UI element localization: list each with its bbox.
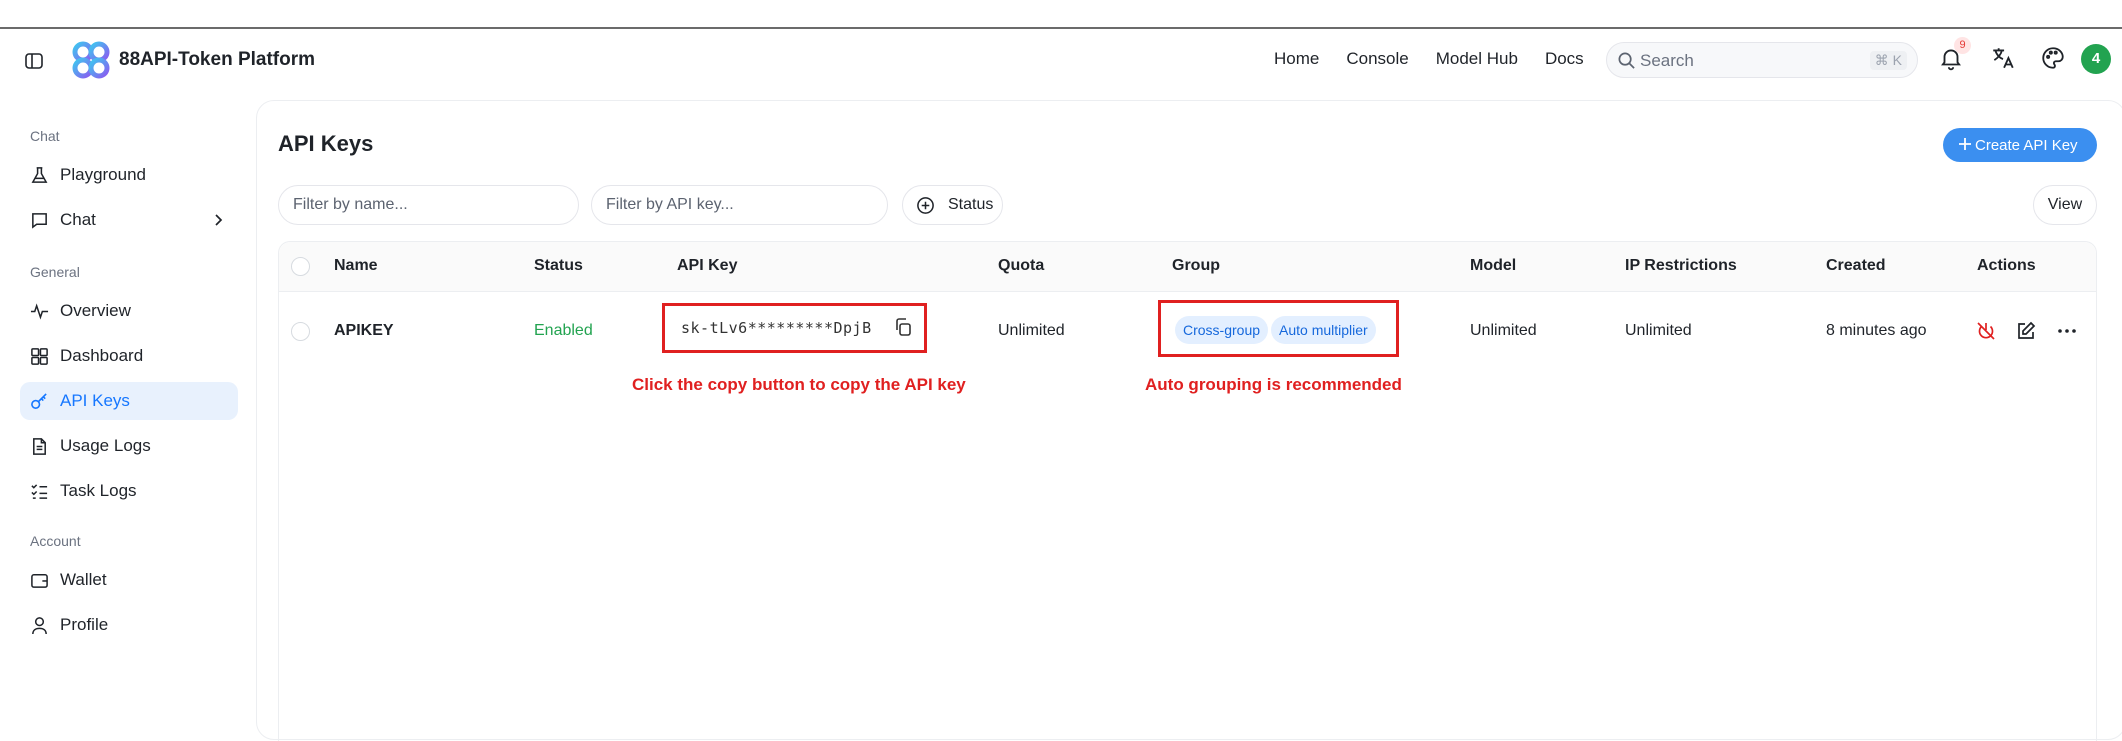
- brand-logo-icon[interactable]: [72, 41, 110, 79]
- checklist-icon: [31, 484, 48, 499]
- top-nav: Home Console Model Hub Docs: [1274, 49, 1611, 69]
- wallet-icon: [31, 574, 48, 588]
- dashboard-grid-icon: [31, 348, 48, 365]
- more-options-icon[interactable]: [2056, 320, 2078, 342]
- row-created: 8 minutes ago: [1826, 322, 1927, 339]
- search-shortcut: ⌘ K: [1869, 51, 1907, 70]
- filter-name-input[interactable]: [278, 185, 579, 225]
- sidebar-item-chat[interactable]: Chat: [20, 201, 238, 239]
- translate-icon[interactable]: [1990, 45, 2016, 71]
- sidebar-item-playground[interactable]: Playground: [20, 156, 238, 194]
- sidebar-item-usage-logs[interactable]: Usage Logs: [20, 427, 238, 465]
- top-header: 88API-Token Platform Home Console Model …: [0, 29, 2122, 93]
- plus-circle-icon: [917, 197, 934, 214]
- table-header: Name Status API Key Quota Group Model IP…: [279, 242, 2096, 292]
- sidebar-item-label: Usage Logs: [60, 436, 151, 455]
- column-status[interactable]: Status: [534, 257, 583, 275]
- api-key-highlight-box: sk-tLv6*********DpjB: [662, 303, 927, 353]
- column-model[interactable]: Model: [1470, 257, 1516, 275]
- nav-home[interactable]: Home: [1274, 49, 1319, 69]
- select-all-checkbox[interactable]: [291, 257, 310, 276]
- column-api-key[interactable]: API Key: [677, 257, 737, 275]
- sidebar-item-label: Task Logs: [60, 481, 137, 500]
- sidebar-section-chat: Chat: [30, 128, 60, 144]
- search-input[interactable]: [1640, 49, 1860, 73]
- row-select-checkbox[interactable]: [291, 322, 310, 341]
- plus-icon: [1959, 138, 1971, 150]
- document-icon: [33, 438, 46, 455]
- sidebar-item-label: API Keys: [60, 391, 130, 410]
- group-hint-annotation: Auto grouping is recommended: [1145, 375, 1402, 394]
- row-quota: Unlimited: [998, 322, 1065, 339]
- sidebar-item-task-logs[interactable]: Task Logs: [20, 472, 238, 510]
- sidebar-item-overview[interactable]: Overview: [20, 292, 238, 330]
- sidebar-item-label: Wallet: [60, 570, 107, 589]
- copy-icon[interactable]: [893, 317, 913, 337]
- flask-icon: [31, 167, 48, 183]
- chevron-right-icon[interactable]: [210, 212, 226, 228]
- column-group[interactable]: Group: [1172, 257, 1220, 275]
- sidebar-item-wallet[interactable]: Wallet: [20, 561, 238, 599]
- table-row[interactable]: APIKEY Enabled sk-tLv6*********DpjB Unli…: [279, 293, 2096, 394]
- status-filter-label: Status: [948, 196, 994, 213]
- create-api-key-label: Create API Key: [1975, 136, 2078, 154]
- filter-api-key-input[interactable]: [591, 185, 888, 225]
- sidebar-section-account: Account: [30, 533, 81, 549]
- chat-bubble-icon: [32, 213, 47, 229]
- nav-docs[interactable]: Docs: [1545, 49, 1584, 69]
- row-api-key: sk-tLv6*********DpjB: [681, 319, 872, 337]
- sidebar-item-label: Playground: [60, 165, 147, 184]
- column-name[interactable]: Name: [334, 257, 378, 275]
- status-filter-button[interactable]: Status: [902, 185, 1003, 225]
- disable-key-icon[interactable]: [1975, 320, 1997, 342]
- sidebar-item-label: Profile: [60, 615, 109, 634]
- column-quota[interactable]: Quota: [998, 257, 1044, 275]
- row-model: Unlimited: [1470, 322, 1537, 339]
- notification-badge: 9: [1954, 37, 1971, 54]
- palette-icon[interactable]: [2040, 45, 2066, 71]
- user-avatar[interactable]: 4: [2081, 44, 2111, 74]
- sidebar-item-api-keys[interactable]: API Keys: [20, 382, 238, 420]
- column-ip-restrictions[interactable]: IP Restrictions: [1625, 257, 1737, 275]
- page-title: API Keys: [278, 131, 374, 156]
- sidebar-item-label: Dashboard: [60, 346, 144, 365]
- create-api-key-button[interactable]: Create API Key: [1943, 128, 2097, 162]
- brand-name[interactable]: 88API-Token Platform: [119, 49, 315, 71]
- sidebar-toggle-icon[interactable]: [24, 51, 44, 71]
- key-icon: [31, 393, 47, 409]
- activity-icon: [30, 303, 49, 320]
- copy-hint-annotation: Click the copy button to copy the API ke…: [632, 375, 966, 394]
- sidebar-item-profile[interactable]: Profile: [20, 606, 238, 644]
- view-options-button[interactable]: View: [2033, 185, 2097, 225]
- nav-model-hub[interactable]: Model Hub: [1436, 49, 1518, 69]
- group-highlight-box: Cross-group Auto multiplier: [1158, 300, 1399, 357]
- group-tag-cross-group: Cross-group: [1175, 316, 1269, 344]
- search-icon: [1618, 52, 1635, 69]
- sidebar-item-label: Chat: [60, 210, 96, 229]
- group-tag-auto-multiplier: Auto multiplier: [1271, 316, 1376, 344]
- edit-icon[interactable]: [2015, 320, 2037, 342]
- nav-console[interactable]: Console: [1346, 49, 1408, 69]
- api-keys-table: Name Status API Key Quota Group Model IP…: [278, 241, 2097, 741]
- row-status: Enabled: [534, 322, 593, 339]
- row-name: APIKEY: [334, 322, 394, 339]
- row-ip-restrictions: Unlimited: [1625, 322, 1692, 339]
- search-box[interactable]: ⌘ K: [1606, 42, 1918, 78]
- main-panel: API Keys Create API Key Status View Name…: [256, 100, 2122, 741]
- column-created[interactable]: Created: [1826, 257, 1886, 275]
- sidebar-section-general: General: [30, 264, 80, 280]
- column-actions: Actions: [1977, 257, 2036, 274]
- sidebar-item-label: Overview: [60, 301, 131, 320]
- user-icon: [32, 617, 47, 635]
- sidebar-item-dashboard[interactable]: Dashboard: [20, 337, 238, 375]
- sidebar: Chat Playground Chat General Overview Da…: [0, 120, 250, 720]
